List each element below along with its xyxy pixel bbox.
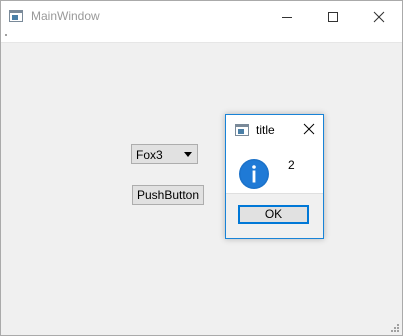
app-window-icon xyxy=(235,124,249,136)
app-window-icon xyxy=(9,10,23,22)
maximize-icon xyxy=(328,11,338,22)
fox-combo-box[interactable]: Fox3 xyxy=(131,144,198,164)
info-icon xyxy=(239,159,269,189)
size-grip-icon[interactable] xyxy=(390,323,400,333)
menu-bar[interactable] xyxy=(1,32,402,43)
dialog-button-box: OK xyxy=(226,193,323,238)
close-icon xyxy=(373,11,385,22)
ok-button[interactable]: OK xyxy=(238,205,309,224)
close-icon xyxy=(303,123,315,135)
combo-selected-value: Fox3 xyxy=(136,148,163,162)
window-title: MainWindow xyxy=(31,9,100,23)
title-bar[interactable]: MainWindow xyxy=(1,1,402,32)
dialog-title: title xyxy=(256,123,275,137)
minimize-icon xyxy=(282,16,292,18)
chevron-down-icon xyxy=(184,152,192,157)
close-button[interactable] xyxy=(356,1,402,32)
main-window: MainWindow Fox3 PushButton xyxy=(0,0,403,336)
maximize-button[interactable] xyxy=(310,1,356,32)
minimize-button[interactable] xyxy=(264,1,310,32)
message-box-dialog: title 2 OK xyxy=(225,114,324,239)
push-button[interactable]: PushButton xyxy=(132,185,204,205)
menu-grip xyxy=(5,34,7,36)
dialog-message: 2 xyxy=(288,158,295,172)
dialog-close-button[interactable] xyxy=(301,121,317,137)
